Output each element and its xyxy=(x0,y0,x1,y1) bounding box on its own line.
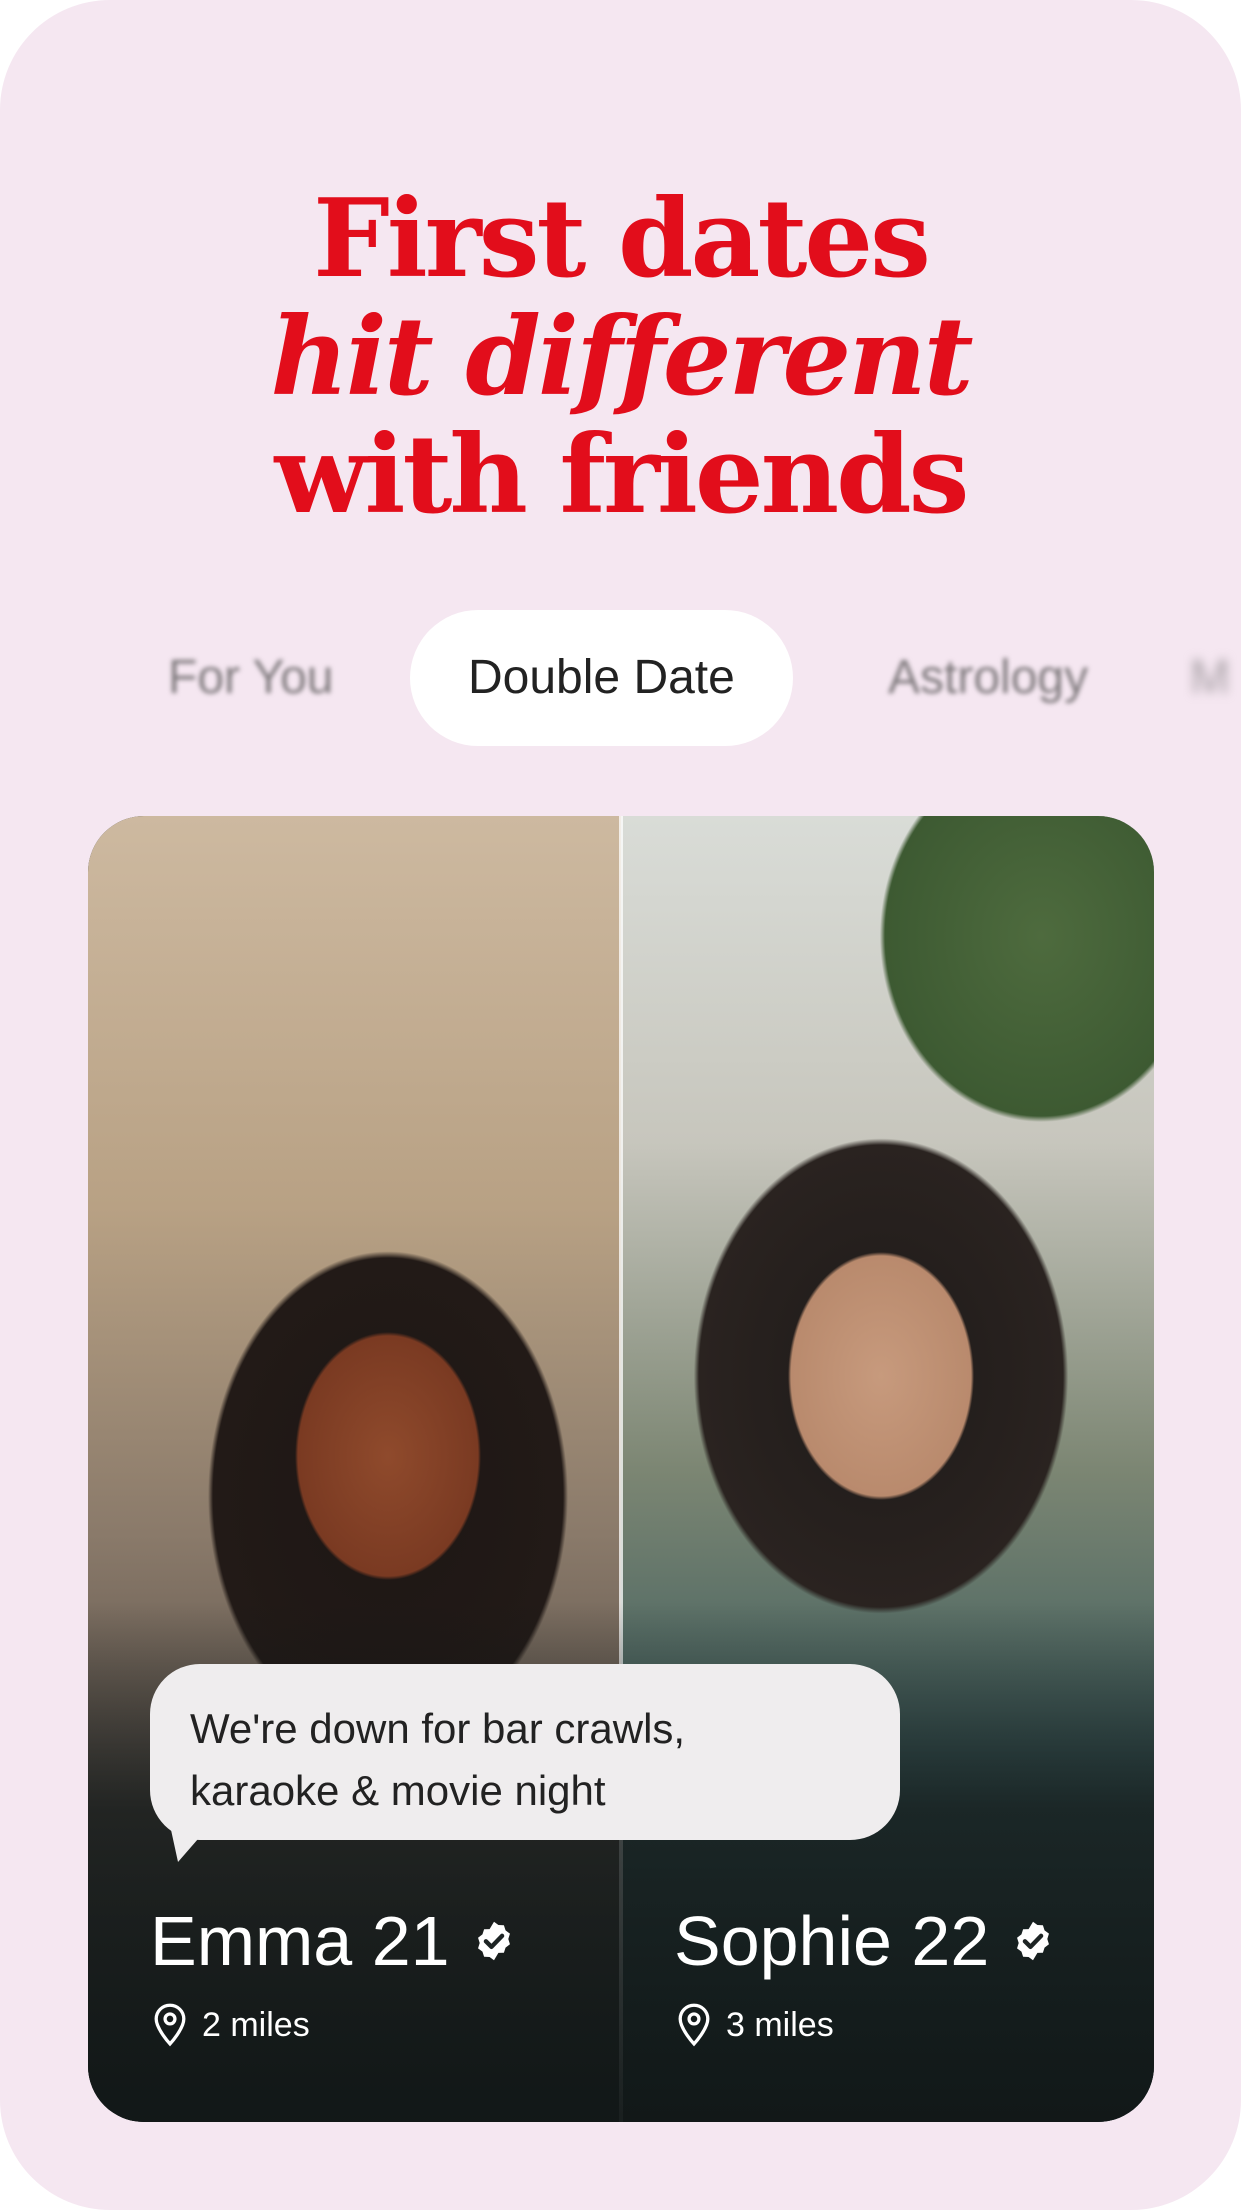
headline-line-1: First dates xyxy=(313,176,931,302)
prompt-text-line-1: We're down for bar crawls, xyxy=(190,1705,686,1752)
headline-line-2: hit different xyxy=(270,294,973,420)
profile-name: Sophie 22 xyxy=(674,1902,990,1980)
location-pin-icon xyxy=(154,2003,186,2047)
mode-tabs: For You Double Date Astrology M xyxy=(0,610,1241,746)
tab-double-date[interactable]: Double Date xyxy=(410,610,793,746)
profile-distance: 3 miles xyxy=(726,2005,834,2044)
prompt-text-line-2: karaoke & movie night xyxy=(190,1767,606,1814)
profile-name: Emma 21 xyxy=(150,1902,450,1980)
profile-info-emma: Emma 21 2 miles xyxy=(150,1896,516,2048)
double-date-card[interactable]: We're down for bar crawls, karaoke & mov… xyxy=(88,816,1154,2122)
profile-distance: 2 miles xyxy=(202,2005,310,2044)
tab-for-you[interactable]: For You xyxy=(168,610,333,746)
headline-line-3: with friends xyxy=(274,412,970,538)
prompt-bubble: We're down for bar crawls, karaoke & mov… xyxy=(150,1664,900,1840)
tab-astrology[interactable]: Astrology xyxy=(888,610,1088,746)
headline: First dates hit different with friends xyxy=(0,180,1241,534)
verified-badge-icon xyxy=(1017,1921,1050,1961)
verified-badge-icon xyxy=(477,1921,510,1961)
phone-screen: First dates hit different with friends F… xyxy=(0,0,1241,2210)
profile-info-sophie: Sophie 22 3 miles xyxy=(674,1896,1055,2048)
bubble-tail xyxy=(168,1816,218,1862)
tab-more[interactable]: M xyxy=(1190,610,1230,746)
location-pin-icon xyxy=(678,2003,710,2047)
